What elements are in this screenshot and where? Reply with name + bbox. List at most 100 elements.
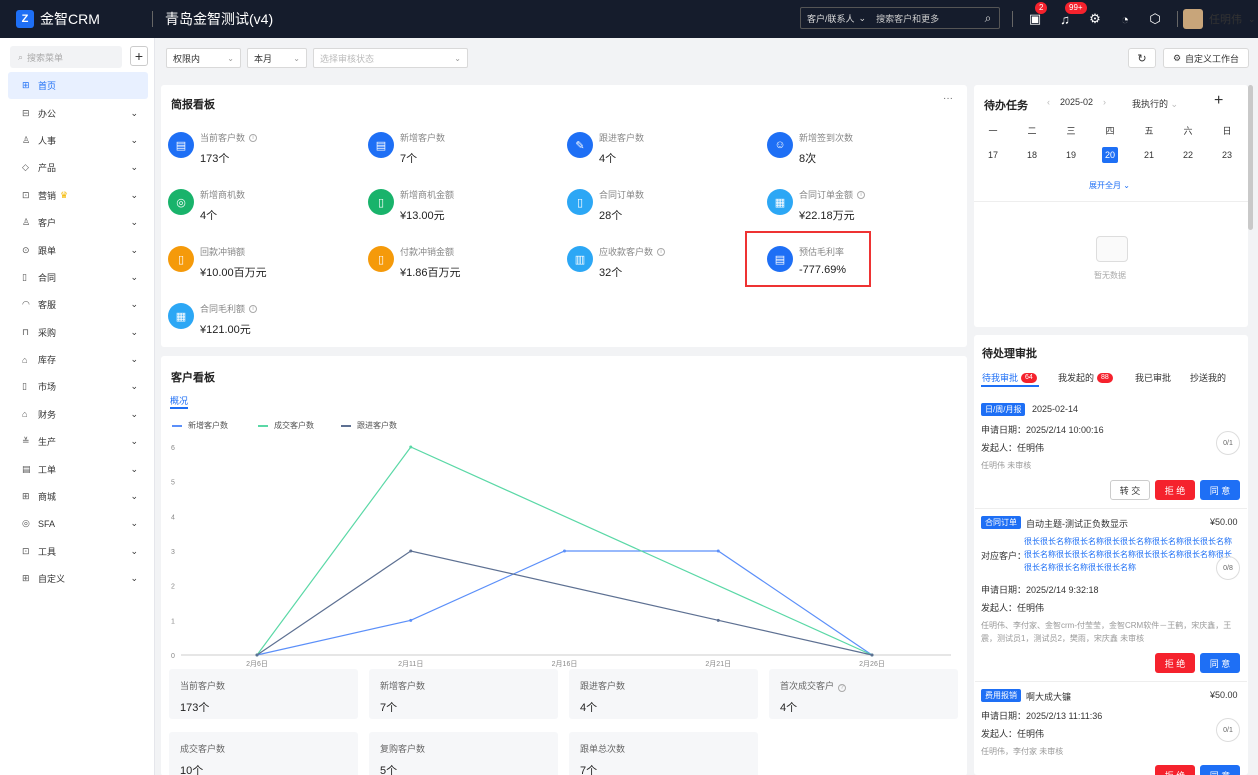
gear-icon[interactable]: ⚙ bbox=[1087, 11, 1103, 27]
add-task-button[interactable]: + bbox=[1214, 92, 1223, 110]
calendar-day[interactable]: 22 bbox=[1180, 147, 1196, 163]
more-icon[interactable]: ··· bbox=[943, 93, 953, 104]
kpi-item[interactable]: ☺ 新增签到次数 8次 bbox=[767, 131, 853, 166]
add-menu-button[interactable]: + bbox=[130, 46, 148, 66]
tab-overview[interactable]: 概况 bbox=[170, 394, 189, 409]
sidebar-item[interactable]: ⊓ 采购 ⌄ bbox=[8, 319, 148, 346]
reject-button[interactable]: 拒 绝 bbox=[1155, 653, 1195, 673]
search-type-select[interactable]: 客户/联系人 ⌄ bbox=[801, 12, 872, 25]
stat-box[interactable]: 新增客户数 7个 bbox=[369, 669, 558, 719]
info-icon[interactable]: ? bbox=[838, 684, 847, 692]
sidebar-item[interactable]: ⊡ 工具 ⌄ bbox=[8, 538, 148, 565]
sidebar-item[interactable]: ♙ 人事 ⌄ bbox=[8, 127, 148, 154]
info-icon[interactable]: i bbox=[857, 190, 866, 199]
executor-select[interactable]: 我执行的 ⌄ bbox=[1132, 97, 1178, 110]
stat-box[interactable]: 首次成交客户? 4个 bbox=[769, 669, 958, 719]
custom-workbench-button[interactable]: ⚙ 自定义工作台 bbox=[1163, 48, 1249, 68]
sidebar-item[interactable]: ◠ 客服 ⌄ bbox=[8, 291, 148, 318]
expand-month-link[interactable]: 展开全月 ⌄ bbox=[1089, 180, 1130, 191]
approval-tab[interactable]: 抄送我的 bbox=[1190, 371, 1226, 384]
approve-button[interactable]: 同 意 bbox=[1200, 480, 1240, 500]
sheet-icon: ▦ bbox=[767, 189, 793, 215]
period-select[interactable]: 本月 ⌄ bbox=[247, 48, 307, 68]
customer-name-link[interactable]: 很长很长名称很长名称很长很长名称很长名称很长很长名称很长名称很长很长名称很长名称… bbox=[1024, 535, 1238, 574]
sidebar-item[interactable]: ⊙ 跟单 ⌄ bbox=[8, 236, 148, 263]
search-icon[interactable]: ⌕ bbox=[977, 11, 999, 26]
kpi-item[interactable]: ▦ 合同订单金额 i ¥22.18万元 bbox=[767, 188, 866, 223]
chevron-left-icon[interactable]: ‹ bbox=[1047, 97, 1050, 107]
sidebar-item[interactable]: ▤ 工单 ⌄ bbox=[8, 455, 148, 482]
approval-title[interactable]: 自动主题-测试正负数显示 bbox=[1026, 517, 1128, 530]
info-icon[interactable]: i bbox=[657, 247, 666, 256]
sidebar-item[interactable]: ⊞ 首页 bbox=[8, 72, 148, 100]
legend-item[interactable]: 新增客户数 bbox=[172, 420, 228, 431]
approve-button[interactable]: 同 意 bbox=[1200, 653, 1240, 673]
legend-item[interactable]: 跟进客户数 bbox=[341, 420, 397, 431]
sidebar-item[interactable]: ⊞ 自定义 ⌄ bbox=[8, 565, 148, 592]
approval-tab[interactable]: 我发起的 88 bbox=[1058, 371, 1113, 384]
sidebar-item[interactable]: ≚ 生产 ⌄ bbox=[8, 428, 148, 455]
sidebar-item[interactable]: ◇ 产品 ⌄ bbox=[8, 154, 148, 181]
stat-box[interactable]: 当前客户数 173个 bbox=[169, 669, 358, 719]
calendar-day[interactable]: 17 bbox=[985, 147, 1001, 163]
sidebar-item[interactable]: ⊟ 办公 ⌄ bbox=[8, 99, 148, 126]
menu-search-input[interactable]: ⌕ 搜索菜单 bbox=[10, 46, 122, 68]
sidebar-item[interactable]: ⌂ 财务 ⌄ bbox=[8, 401, 148, 428]
user-menu[interactable]: 任明伟 ⌄ bbox=[1183, 9, 1256, 29]
kpi-item[interactable]: ✎ 跟进客户数 4个 bbox=[567, 131, 644, 166]
approval-tab[interactable]: 待我审批 64 bbox=[982, 371, 1037, 384]
top-toolbar: ▣ 2 ♫ 99+ ⚙ ◔ ⬡ bbox=[1012, 0, 1178, 38]
stat-box[interactable]: 复购客户数 5个 bbox=[369, 732, 558, 775]
todo-title: 待办任务 bbox=[984, 100, 1028, 112]
cube-icon[interactable]: ⬡ bbox=[1147, 11, 1163, 27]
sidebar-item[interactable]: ◎ SFA ⌄ bbox=[8, 510, 148, 537]
kpi-item[interactable]: ▦ 合同毛利额 i ¥121.00元 bbox=[168, 302, 258, 337]
transfer-button[interactable]: 转 交 bbox=[1110, 480, 1150, 500]
divider bbox=[975, 508, 1247, 509]
calendar-day[interactable]: 18 bbox=[1024, 147, 1040, 163]
kpi-item[interactable]: ▯ 新增商机金额 ¥13.00元 bbox=[368, 188, 454, 223]
approval-title[interactable]: 啊大成大镰 bbox=[1026, 690, 1071, 703]
legend-item[interactable]: 成交客户数 bbox=[258, 420, 314, 431]
global-search[interactable]: 客户/联系人 ⌄ 搜索客户和更多 ⌕ bbox=[800, 7, 1000, 29]
kpi-label-text: 回款冲销额 bbox=[200, 247, 246, 257]
sidebar-item[interactable]: ⊞ 商城 ⌄ bbox=[8, 483, 148, 510]
sidebar-item[interactable]: ♙ 客户 ⌄ bbox=[8, 209, 148, 236]
info-icon[interactable]: i bbox=[249, 133, 258, 142]
scrollbar[interactable] bbox=[1248, 85, 1253, 230]
kpi-item[interactable]: ◎ 新增商机数 4个 bbox=[168, 188, 245, 223]
calendar-day[interactable]: 20 bbox=[1102, 147, 1118, 163]
kpi-item[interactable]: ▯ 付款冲销金额 ¥1.86百万元 bbox=[368, 245, 461, 280]
chart-pie-icon[interactable]: ◔ bbox=[1117, 11, 1133, 27]
calendar-day[interactable]: 21 bbox=[1141, 147, 1157, 163]
stat-box[interactable]: 跟进客户数 4个 bbox=[569, 669, 758, 719]
logo[interactable]: Z 金智CRM bbox=[0, 9, 152, 29]
kpi-item[interactable]: ▤ 当前客户数 i 173个 bbox=[168, 131, 258, 166]
search-input[interactable]: 搜索客户和更多 bbox=[872, 12, 977, 25]
task-icon[interactable]: ▣ 2 bbox=[1027, 2, 1048, 27]
kpi-item[interactable]: ▯ 合同订单数 28个 bbox=[567, 188, 644, 223]
calendar-day[interactable]: 19 bbox=[1063, 147, 1079, 163]
sidebar-item[interactable]: ▯ 合同 ⌄ bbox=[8, 264, 148, 291]
kpi-item[interactable]: ▯ 回款冲销额 ¥10.00百万元 bbox=[168, 245, 267, 280]
approve-button[interactable]: 同 意 bbox=[1200, 765, 1240, 775]
stat-box[interactable]: 跟单总次数 7个 bbox=[569, 732, 758, 775]
kpi-item[interactable]: ▤ 新增客户数 7个 bbox=[368, 131, 445, 166]
chevron-right-icon[interactable]: › bbox=[1103, 97, 1106, 107]
reject-button[interactable]: 拒 绝 bbox=[1155, 765, 1195, 775]
calendar-day[interactable]: 23 bbox=[1219, 147, 1235, 163]
status-select[interactable]: 选择审核状态 ⌄ bbox=[313, 48, 468, 68]
stat-box[interactable]: 成交客户数 10个 bbox=[169, 732, 358, 775]
bell-icon[interactable]: ♫ 99+ bbox=[1057, 2, 1087, 27]
approval-tab[interactable]: 我已审批 bbox=[1135, 371, 1171, 384]
sidebar-item[interactable]: ⌂ 库存 ⌄ bbox=[8, 346, 148, 373]
info-icon[interactable]: i bbox=[249, 304, 258, 313]
approval-title[interactable]: 2025-02-14 bbox=[1032, 404, 1078, 414]
refresh-button[interactable]: ↻ bbox=[1128, 48, 1156, 68]
sidebar-item[interactable]: ⊡ 营销 ♛ ⌄ bbox=[8, 182, 148, 209]
kpi-item[interactable]: ▥ 应收款客户数 i 32个 bbox=[567, 245, 666, 280]
reject-button[interactable]: 拒 绝 bbox=[1155, 480, 1195, 500]
customer-label: 对应客户： bbox=[981, 551, 1027, 561]
sidebar-item[interactable]: ▯ 市场 ⌄ bbox=[8, 373, 148, 400]
scope-select[interactable]: 权限内 ⌄ bbox=[166, 48, 241, 68]
